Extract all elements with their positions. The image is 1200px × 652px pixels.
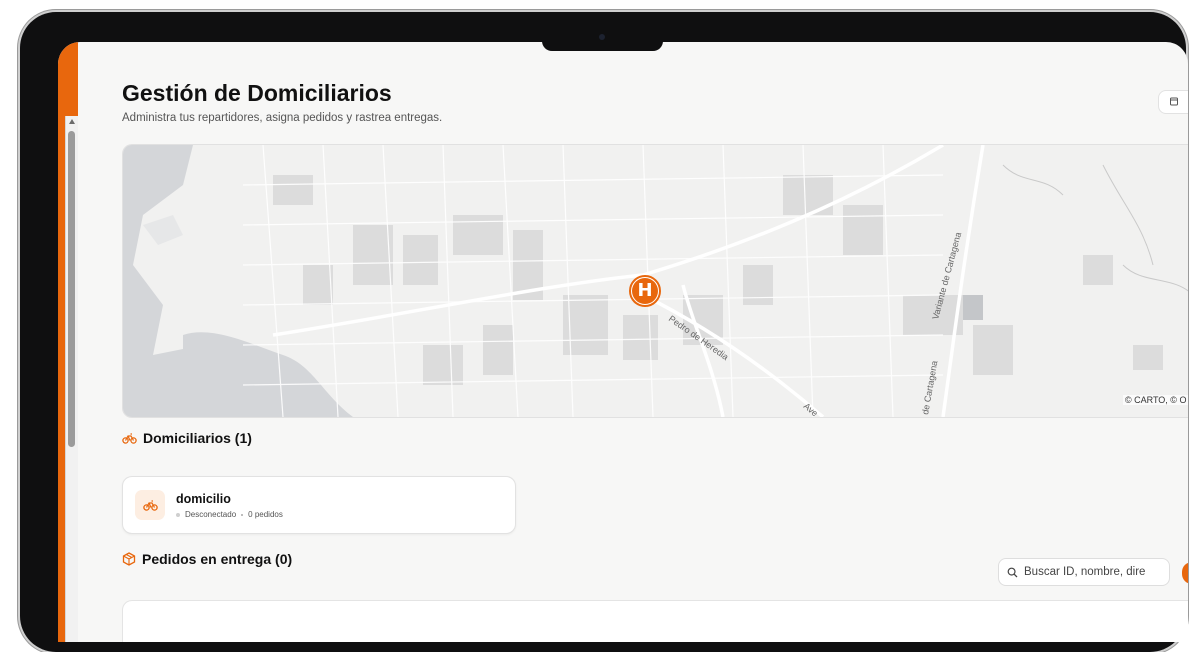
calendar-icon [1170, 97, 1178, 106]
header-action-button[interactable] [1158, 90, 1188, 114]
status-dot [176, 512, 180, 517]
courier-orders: 0 pedidos [248, 510, 283, 519]
marker-label: H [632, 278, 658, 304]
orders-heading: Pedidos en entrega (0) [122, 551, 292, 567]
meta-separator [241, 513, 244, 516]
scroll-thumb[interactable] [68, 131, 75, 447]
courier-meta: Desconectado 0 pedidos [176, 510, 283, 519]
orders-table [122, 600, 1188, 642]
camera-icon [599, 34, 605, 40]
page-subtitle: Administra tus repartidores, asigna pedi… [122, 112, 443, 124]
search-icon [1007, 567, 1018, 577]
orders-search-box[interactable] [998, 558, 1170, 586]
scroll-up-arrow-icon[interactable] [69, 119, 75, 124]
courier-name: domicilio [176, 492, 231, 506]
courier-status: Desconectado [185, 510, 237, 519]
courier-avatar [135, 490, 165, 520]
package-icon [122, 552, 136, 566]
scrollbar[interactable] [65, 116, 78, 642]
orders-heading-text: Pedidos en entrega (0) [142, 551, 293, 567]
camera-notch [542, 29, 663, 51]
store-location-marker[interactable]: H [629, 275, 661, 307]
bike-icon [122, 433, 137, 444]
orders-filter-button[interactable] [1182, 562, 1188, 584]
couriers-heading: Domiciliarios (1) [122, 430, 252, 446]
orders-search-input[interactable] [1024, 566, 1148, 578]
main-content: Gestión de Domiciliarios Administra tus … [122, 42, 1188, 642]
page-title: Gestión de Domiciliarios [122, 80, 392, 106]
delivery-map[interactable]: Pedro de Heredia Variante de Cartagena d… [122, 144, 1188, 418]
couriers-heading-text: Domiciliarios (1) [143, 430, 252, 446]
courier-card[interactable]: domicilio Desconectado 0 pedidos [122, 476, 516, 534]
map-attribution[interactable]: © CARTO, © O [1123, 395, 1188, 405]
screen: Gestión de Domiciliarios Administra tus … [58, 42, 1188, 642]
bike-icon [142, 500, 158, 511]
